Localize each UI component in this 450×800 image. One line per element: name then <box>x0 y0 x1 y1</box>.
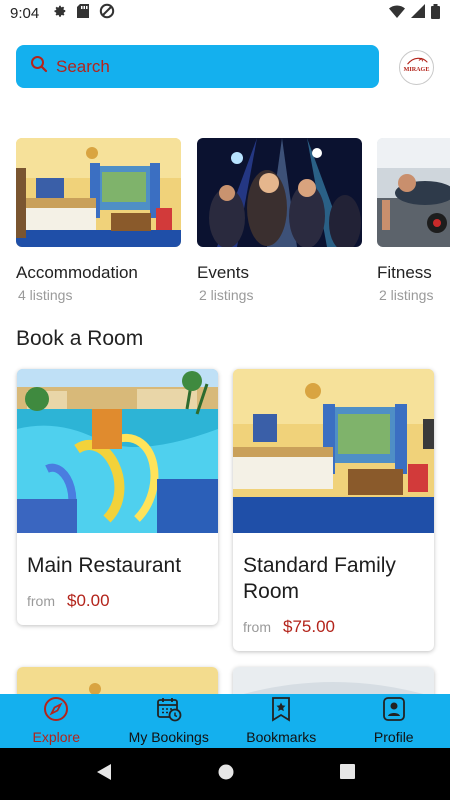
category-title: Fitness <box>377 263 432 282</box>
category-count: 4 listings <box>18 287 73 303</box>
room-title: Main Restaurant <box>27 554 182 577</box>
app-screen: 9:04 Search MIRAGE Accommodation 4 listi… <box>0 0 450 800</box>
system-nav-bar <box>0 748 450 800</box>
nav-label: Explore <box>32 729 80 745</box>
category-image <box>377 138 450 247</box>
room-card-standard-family[interactable]: Standard Family Room from $75.00 <box>233 369 434 651</box>
room-price: $0.00 <box>67 591 110 610</box>
hotel-logo[interactable]: MIRAGE <box>399 50 434 85</box>
category-accommodation[interactable]: Accommodation 4 listings <box>16 138 181 303</box>
nav-explore[interactable]: Explore <box>0 694 113 748</box>
section-title: Book a Room <box>16 327 144 350</box>
gear-icon <box>53 4 67 22</box>
bottom-nav: Explore My Bookings Bookmarks Profile <box>0 694 450 748</box>
category-count: 2 listings <box>379 287 434 303</box>
category-image <box>16 138 181 247</box>
room-image <box>233 369 434 533</box>
room-price: $75.00 <box>283 617 335 636</box>
price-from-label: from <box>243 619 271 635</box>
category-events[interactable]: Events 2 listings <box>197 138 362 303</box>
logo-text: MIRAGE <box>404 67 430 73</box>
room-title: Standard Family Room <box>243 554 396 603</box>
data-saver-icon <box>99 3 115 23</box>
sd-card-icon <box>77 4 90 22</box>
search-icon <box>30 55 56 78</box>
price-from-label: from <box>27 593 55 609</box>
back-icon[interactable] <box>96 763 112 786</box>
room-card-main-restaurant[interactable]: Main Restaurant from $0.00 <box>17 369 218 625</box>
category-count: 2 listings <box>199 287 254 303</box>
status-time: 9:04 <box>10 4 40 22</box>
nav-label: My Bookings <box>128 729 209 745</box>
compass-icon <box>43 696 69 729</box>
nav-bookmarks[interactable]: Bookmarks <box>225 694 338 748</box>
battery-icon <box>431 3 440 23</box>
nav-profile[interactable]: Profile <box>338 694 450 748</box>
home-icon[interactable] <box>218 764 234 785</box>
wifi-icon <box>389 4 405 22</box>
bookmark-star-icon <box>270 696 292 729</box>
room-image <box>17 369 218 533</box>
signal-icon <box>411 4 425 22</box>
search-bar[interactable]: Search <box>16 45 379 88</box>
search-placeholder: Search <box>56 56 110 76</box>
calendar-clock-icon <box>156 696 182 729</box>
nav-label: Profile <box>373 729 414 745</box>
category-title: Events <box>197 263 249 282</box>
category-image <box>197 138 362 247</box>
recents-icon[interactable] <box>339 764 355 784</box>
nav-my-bookings[interactable]: My Bookings <box>113 694 226 748</box>
nav-label: Bookmarks <box>246 729 317 745</box>
category-fitness[interactable]: Fitness 2 listings <box>377 138 450 303</box>
status-bar: 9:04 <box>0 0 450 26</box>
profile-badge-icon <box>382 696 406 729</box>
category-title: Accommodation <box>16 263 138 282</box>
